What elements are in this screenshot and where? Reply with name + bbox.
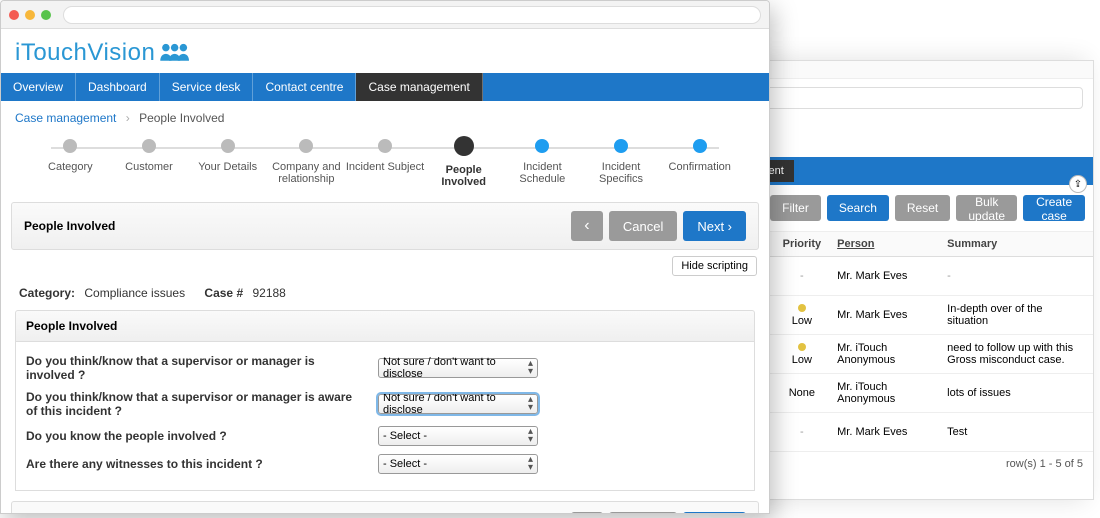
nav-item-case-management[interactable]: Case management (356, 73, 482, 101)
reset-button[interactable]: Reset (895, 195, 950, 221)
cancel-button[interactable]: Cancel (609, 211, 677, 241)
url-bar[interactable] (735, 87, 1083, 109)
filter-button[interactable]: Filter (770, 195, 821, 221)
people-icon (159, 41, 189, 66)
meta-case-value: 92188 (252, 286, 285, 300)
pin-icon[interactable]: ⇪ (1069, 175, 1087, 193)
panel-header: People Involved ‹ Cancel Next › (11, 202, 759, 250)
wizard-step-incident-schedule[interactable]: Incident Schedule (503, 139, 582, 185)
section-header: People Involved (15, 310, 755, 342)
wizard-step-category[interactable]: Category (31, 139, 110, 173)
back-nav-bar: agement (725, 157, 1093, 185)
breadcrumb: Case management › People Involved (1, 101, 769, 135)
window-titlebar (1, 1, 769, 29)
panel-footer: ‹ Cancel Next › (11, 501, 759, 514)
table-footer: row(s) 1 - 5 of 5 (725, 452, 1093, 476)
col-person[interactable]: Person (829, 232, 939, 257)
wizard-step-company-and-relationship[interactable]: Company and relationship (267, 139, 346, 185)
question-row: Do you think/know that a supervisor or m… (26, 350, 744, 386)
back-button[interactable]: ‹ (571, 211, 603, 241)
question-row: Are there any witnesses to this incident… (26, 450, 744, 478)
question-label: Do you think/know that a supervisor or m… (26, 390, 366, 418)
create-case-button[interactable]: Create case (1023, 195, 1085, 221)
bulk-update-button[interactable]: Bulk update (956, 195, 1017, 221)
col-priority[interactable]: Priority (775, 232, 830, 257)
chevron-right-icon: › (126, 111, 130, 125)
address-bar[interactable] (63, 6, 761, 24)
question-select[interactable]: - Select -▴▾ (378, 454, 538, 474)
wizard-step-people-involved[interactable]: People Involved (424, 139, 503, 188)
back-button-footer[interactable]: ‹ (571, 512, 603, 514)
meta-case-key: Case # (204, 286, 243, 300)
table-row[interactable]: iOpen-Mr. Mark Eves- (725, 257, 1093, 296)
table-row[interactable]: iOpenNoneMr. iTouch Anonymouslots of iss… (725, 374, 1093, 413)
nav-item-overview[interactable]: Overview (1, 73, 76, 101)
wizard-step-incident-specifics[interactable]: Incident Specifics (582, 139, 661, 185)
back-toolbar: 15 ▲▼ Filter Search Reset Bulk update Cr… (725, 185, 1093, 232)
background-window: agement 15 ▲▼ Filter Search Reset Bulk u… (724, 60, 1094, 500)
table-row[interactable]: iOpenLowMr. iTouch Anonymousneed to foll… (725, 335, 1093, 374)
cancel-button-footer[interactable]: Cancel (609, 512, 677, 514)
form-people-involved: Do you think/know that a supervisor or m… (15, 342, 755, 491)
wizard-stepper: CategoryCustomerYour DetailsCompany and … (1, 135, 769, 198)
panel-title: People Involved (24, 219, 115, 233)
wizard-step-your-details[interactable]: Your Details (188, 139, 267, 173)
question-label: Are there any witnesses to this incident… (26, 457, 366, 471)
hide-scripting-toggle[interactable]: Hide scripting (672, 256, 757, 276)
meta-category-key: Category: (19, 286, 75, 300)
cases-table: Status Priority Person Summary iOpen-Mr.… (725, 232, 1093, 452)
question-select[interactable]: Not sure / don't want to disclose▴▾ (378, 394, 538, 414)
breadcrumb-root[interactable]: Case management (15, 111, 116, 125)
wizard-step-confirmation[interactable]: Confirmation (660, 139, 739, 173)
brand: iTouchVision (1, 29, 769, 73)
maximize-icon[interactable] (41, 10, 51, 20)
nav-item-contact-centre[interactable]: Contact centre (253, 73, 356, 101)
table-row[interactable]: iOpenLowMr. Mark EvesIn-depth over of th… (725, 296, 1093, 335)
close-icon[interactable] (9, 10, 19, 20)
nav-item-service-desk[interactable]: Service desk (160, 73, 254, 101)
question-select[interactable]: Not sure / don't want to disclose▴▾ (378, 358, 538, 378)
col-summary[interactable]: Summary (939, 232, 1093, 257)
table-row[interactable]: iOpen-Mr. Mark EvesTest (725, 413, 1093, 452)
next-button-footer[interactable]: Next › (683, 512, 746, 514)
minimize-icon[interactable] (25, 10, 35, 20)
question-label: Do you know the people involved ? (26, 429, 366, 443)
nav-item-dashboard[interactable]: Dashboard (76, 73, 160, 101)
question-row: Do you know the people involved ? - Selec… (26, 422, 744, 450)
question-label: Do you think/know that a supervisor or m… (26, 354, 366, 382)
question-row: Do you think/know that a supervisor or m… (26, 386, 744, 422)
breadcrumb-leaf: People Involved (139, 111, 224, 125)
next-button[interactable]: Next › (683, 211, 746, 241)
wizard-step-customer[interactable]: Customer (110, 139, 189, 173)
logo-text: iTouchVision (15, 39, 155, 67)
search-button[interactable]: Search (827, 195, 889, 221)
foreground-window: iTouchVision OverviewDashboardService de… (0, 0, 770, 514)
wizard-step-incident-subject[interactable]: Incident Subject (346, 139, 425, 173)
meta-category-value: Compliance issues (84, 286, 185, 300)
question-select[interactable]: - Select -▴▾ (378, 426, 538, 446)
case-meta: Category: Compliance issues Case # 92188 (1, 282, 769, 304)
main-nav: OverviewDashboardService deskContact cen… (1, 73, 769, 101)
